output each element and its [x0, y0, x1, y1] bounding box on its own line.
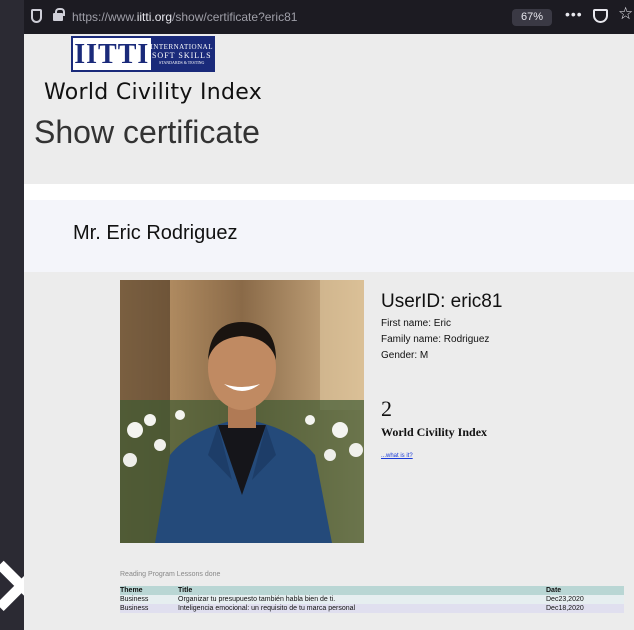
url-prefix: https://www. — [72, 10, 137, 24]
page-actions-menu-button[interactable]: ••• — [565, 6, 583, 22]
cell-date: Dec23,2020 — [546, 595, 624, 604]
url-path: /show/certificate?eric81 — [172, 10, 298, 24]
table-row: Business Inteligencia emocional: un requ… — [120, 604, 624, 613]
logo-subtitle: INTERNATIONAL SOFT SKILLS STANDARDS & TE… — [150, 38, 213, 70]
person-display-name: Mr. Eric Rodriguez — [73, 222, 238, 244]
left-window-strip: ✕ — [0, 0, 55, 630]
what-is-it-link[interactable]: ...what is it? — [381, 453, 413, 459]
profile-photo-illustration — [120, 280, 364, 543]
page-title: Show certificate — [34, 114, 260, 150]
table-row: Business Organizar tu presupuesto tambié… — [120, 595, 624, 604]
browser-url-bar[interactable]: https://www.iitti.org/show/certificate?e… — [24, 0, 634, 34]
web-page: IITTI INTERNATIONAL SOFT SKILLS STANDARD… — [24, 34, 634, 630]
cell-title: Organizar tu presupuesto también habla b… — [178, 595, 546, 604]
column-header-title: Title — [178, 586, 546, 595]
family-name: Family name: Rodriguez — [381, 334, 490, 345]
user-info-panel: UserID: eric81 First name: Eric Family n… — [381, 290, 621, 362]
lock-icon[interactable] — [53, 8, 65, 21]
logo-line-2: SOFT SKILLS — [151, 50, 212, 60]
name-banner: Mr. Eric Rodriguez — [24, 200, 634, 272]
logo-line-3: STANDARDS & TESTING — [159, 59, 205, 65]
profile-photo — [120, 280, 364, 543]
divider-band — [24, 184, 634, 200]
brand-title: World Civility Index — [44, 80, 263, 105]
lessons-table: Theme Title Date Business Organizar tu p… — [120, 586, 624, 613]
page-header: IITTI INTERNATIONAL SOFT SKILLS STANDARD… — [24, 34, 634, 184]
gender: Gender: M — [381, 350, 429, 361]
zoom-level-button[interactable]: 67% — [512, 9, 552, 26]
lessons-header-row: Theme Title Date — [120, 586, 624, 595]
civility-index-label: World Civility Index — [381, 425, 488, 439]
screen: ✕ https://www.iitti.org/show/certificate… — [0, 0, 634, 630]
url-domain: iitti.org — [136, 10, 173, 24]
logo-line-1: INTERNATIONAL — [150, 42, 213, 51]
tracking-shield-icon[interactable] — [31, 9, 42, 23]
lessons-title: Reading Program Lessons done — [120, 571, 221, 578]
first-name: First name: Eric — [381, 318, 452, 329]
civility-index-value: 2 — [381, 396, 392, 421]
cell-theme: Business — [120, 604, 178, 613]
cell-theme: Business — [120, 595, 178, 604]
logo-main-text: IITTI — [74, 39, 150, 70]
user-id: UserID: eric81 — [381, 291, 503, 312]
bookmark-star-icon[interactable]: ☆ — [618, 4, 633, 24]
column-header-theme: Theme — [120, 586, 178, 595]
iitti-logo[interactable]: IITTI INTERNATIONAL SOFT SKILLS STANDARD… — [71, 36, 215, 72]
url-text[interactable]: https://www.iitti.org/show/certificate?e… — [72, 10, 297, 24]
cell-title: Inteligencia emocional: un requisito de … — [178, 604, 546, 613]
column-header-date: Date — [546, 586, 624, 595]
pocket-icon[interactable] — [593, 9, 608, 23]
cell-date: Dec18,2020 — [546, 604, 624, 613]
